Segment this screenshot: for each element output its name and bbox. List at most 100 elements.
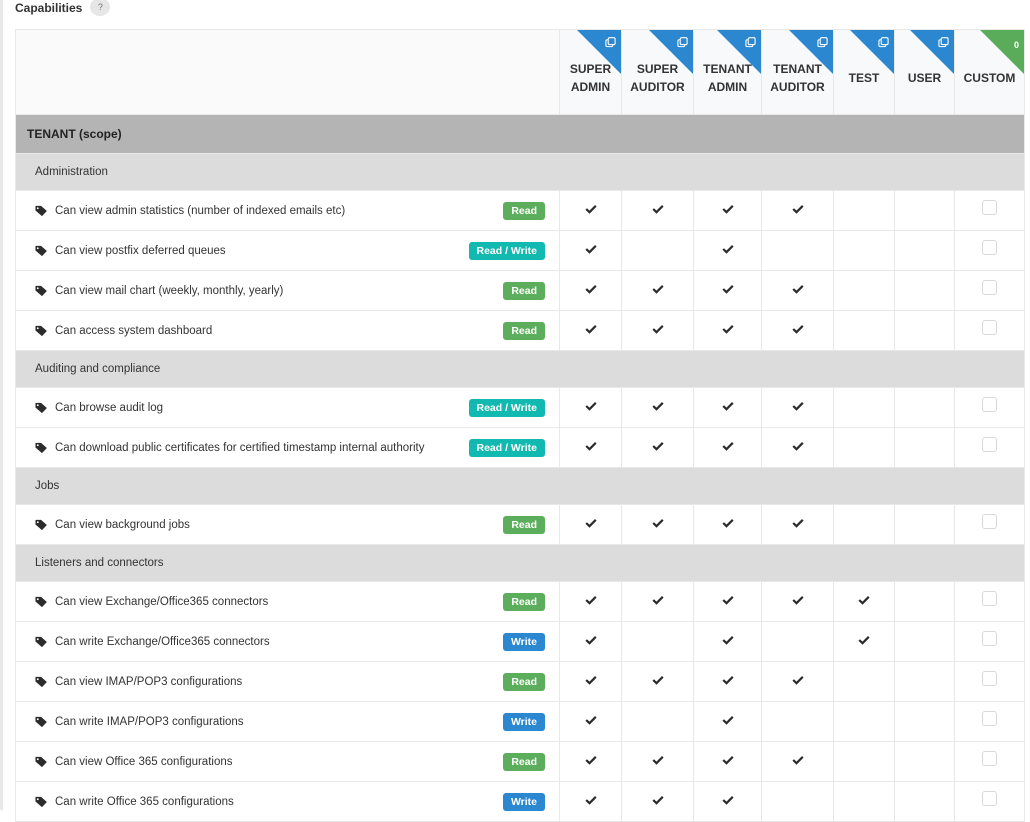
custom-checkbox[interactable] (982, 396, 997, 412)
capability-label: Can write Exchange/Office365 connectors (55, 635, 270, 648)
check-icon (584, 676, 597, 685)
group-row: Jobs (15, 467, 1025, 505)
capability-cell: Can write IMAP/POP3 configurations Write (15, 701, 560, 742)
role-permission-cell (621, 781, 694, 822)
copy-icon[interactable] (878, 37, 889, 48)
check-icon (791, 442, 804, 451)
capability-row: Can access system dashboard Read (15, 310, 1025, 351)
group-title: Administration (15, 153, 1025, 191)
help-button[interactable]: ? (90, 0, 111, 16)
capability-label: Can write Office 365 configurations (55, 795, 234, 808)
check-icon (651, 442, 664, 451)
capability-label: Can browse audit log (55, 401, 164, 414)
role-permission-cell (894, 781, 955, 822)
group-title: Auditing and compliance (15, 350, 1025, 388)
capability-label: Can write IMAP/POP3 configurations (55, 715, 244, 728)
role-permission-cell (894, 581, 955, 622)
copy-icon[interactable] (938, 37, 949, 48)
tag-icon (35, 596, 47, 607)
check-icon (791, 402, 804, 411)
check-icon (584, 636, 597, 645)
table-body: TENANT (scope) Administration Can view adm… (15, 114, 1025, 822)
role-permission-cell (693, 270, 762, 311)
capability-row: Can view Office 365 configurations Read (15, 741, 1025, 782)
tag-icon (35, 756, 47, 767)
custom-checkbox[interactable] (982, 239, 997, 255)
tag-icon (35, 325, 47, 336)
role-permission-cell (894, 387, 955, 428)
custom-checkbox[interactable] (982, 279, 997, 295)
custom-permission-cell (954, 427, 1025, 468)
role-name: USER (896, 69, 954, 87)
role-name: SUPER ADMIN (561, 60, 621, 96)
group-row: Listeners and connectors (15, 544, 1025, 582)
custom-permission-cell (954, 741, 1025, 782)
copy-icon[interactable] (817, 37, 828, 48)
role-permission-cell (894, 701, 955, 742)
custom-permission-cell (954, 701, 1025, 742)
tag-icon (35, 442, 47, 453)
check-icon (651, 756, 664, 765)
capability-label: Can view admin statistics (number of ind… (55, 204, 346, 217)
access-badge: Read (503, 515, 545, 534)
tag-icon (35, 285, 47, 296)
role-permission-cell (559, 230, 622, 271)
role-permission-cell (559, 741, 622, 782)
tag-icon (35, 402, 47, 413)
copy-icon[interactable] (745, 37, 756, 48)
check-icon (584, 716, 597, 725)
check-icon (584, 519, 597, 528)
capability-row: Can write IMAP/POP3 configurations Write (15, 701, 1025, 742)
access-badge: Read / Write (468, 241, 545, 260)
custom-checkbox[interactable] (982, 199, 997, 215)
custom-permission-cell (954, 310, 1025, 351)
custom-checkbox[interactable] (982, 319, 997, 335)
check-icon (791, 519, 804, 528)
role-permission-cell (833, 230, 895, 271)
check-icon (584, 245, 597, 254)
check-icon (858, 636, 870, 645)
role-permission-cell (559, 581, 622, 622)
access-badge: Read (503, 201, 545, 220)
scope-row: TENANT (scope) (15, 114, 1025, 154)
role-permission-cell (559, 661, 622, 702)
role-name-line2: AUDITOR (630, 80, 685, 94)
check-icon (721, 245, 734, 254)
role-name-line1: TEST (848, 71, 880, 85)
role-permission-cell (693, 581, 762, 622)
check-icon (858, 596, 870, 605)
capability-cell: Can access system dashboard Read (15, 310, 560, 351)
capability-cell: Can browse audit log Read / Write (15, 387, 560, 428)
role-permission-cell (693, 387, 762, 428)
capability-label: Can view background jobs (55, 518, 190, 531)
custom-checkbox[interactable] (982, 436, 997, 452)
access-badge: Read (503, 752, 545, 771)
custom-checkbox[interactable] (982, 750, 997, 766)
role-permission-cell (559, 701, 622, 742)
custom-checkbox[interactable] (982, 590, 997, 606)
role-permission-cell (761, 310, 834, 351)
custom-checkbox[interactable] (982, 790, 997, 806)
group-row: Administration (15, 153, 1025, 191)
check-icon (651, 325, 664, 334)
check-icon (651, 796, 664, 805)
custom-checkbox[interactable] (982, 513, 997, 529)
custom-checkbox[interactable] (982, 670, 997, 686)
capability-label: Can view postfix deferred queues (55, 244, 226, 257)
role-permission-cell (761, 270, 834, 311)
check-icon (791, 325, 804, 334)
tag-icon (35, 205, 47, 216)
custom-checkbox[interactable] (982, 630, 997, 646)
copy-icon[interactable] (605, 37, 616, 48)
role-name-line1: SUPER (636, 62, 679, 76)
copy-icon[interactable] (677, 37, 688, 48)
role-permission-cell (621, 741, 694, 782)
custom-checkbox[interactable] (982, 710, 997, 726)
role-permission-cell (833, 661, 895, 702)
role-permission-cell (559, 504, 622, 545)
check-icon (584, 596, 597, 605)
custom-permission-cell (954, 621, 1025, 662)
capability-cell: Can write Exchange/Office365 connectors W… (15, 621, 560, 662)
access-badge: Read (503, 592, 545, 611)
role-permission-cell (894, 190, 955, 231)
